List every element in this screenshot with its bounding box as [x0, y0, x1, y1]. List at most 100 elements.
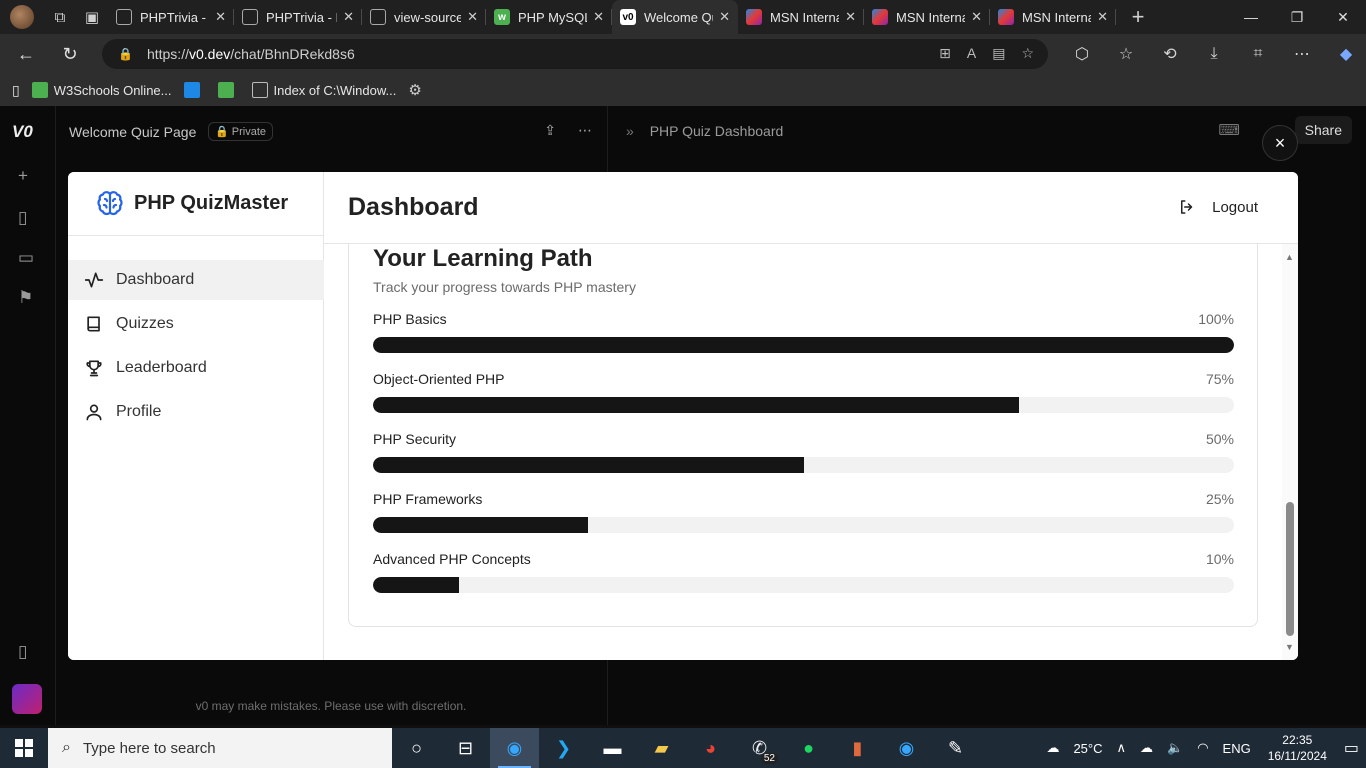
- app-header: Dashboard Logout: [324, 172, 1298, 244]
- tab-php-mysql[interactable]: w PHP MySQL ✕: [486, 0, 612, 34]
- logout-icon: [1181, 200, 1193, 214]
- pen-app-icon[interactable]: ✎: [931, 728, 980, 768]
- v0-logo[interactable]: V0: [12, 122, 33, 142]
- tab-phptrivia-2[interactable]: PHPTrivia - D ✕: [234, 0, 362, 34]
- wifi-icon[interactable]: ◠: [1197, 740, 1208, 756]
- favorite-star-icon[interactable]: ☆: [1021, 45, 1034, 62]
- close-icon[interactable]: ✕: [971, 9, 982, 25]
- windows-start-button[interactable]: [0, 728, 48, 768]
- close-preview-button[interactable]: ×: [1262, 125, 1298, 161]
- page-icon: [116, 9, 132, 25]
- close-icon[interactable]: ✕: [593, 9, 604, 25]
- chrome-icon[interactable]: ◕: [686, 728, 735, 768]
- close-icon[interactable]: ✕: [215, 9, 226, 25]
- close-icon[interactable]: ✕: [343, 9, 354, 25]
- tab-msn-1[interactable]: MSN Interna ✕: [738, 0, 864, 34]
- back-icon[interactable]: ←: [8, 38, 44, 70]
- tab-view-source[interactable]: view-source: ✕: [362, 0, 486, 34]
- progress-name: Advanced PHP Concepts: [373, 551, 531, 567]
- folder-icon[interactable]: ▭: [18, 248, 34, 268]
- share-icon[interactable]: ⇪: [544, 122, 556, 139]
- terminal-icon[interactable]: ⌨: [1218, 121, 1240, 139]
- settings-gear-icon[interactable]: ⚙: [408, 81, 421, 99]
- favorite-w3[interactable]: [217, 82, 240, 98]
- taskbar-search-box[interactable]: ⌕ Type here to search: [48, 728, 392, 768]
- weather-icon[interactable]: ☁: [1046, 740, 1059, 756]
- profile-avatar[interactable]: [10, 5, 34, 29]
- more-icon[interactable]: ⋯: [578, 122, 592, 139]
- share-button[interactable]: Share: [1294, 116, 1352, 144]
- sidebar-item-quizzes[interactable]: Quizzes: [68, 304, 324, 344]
- dashboard-content[interactable]: Your Learning Path Track your progress t…: [324, 244, 1298, 660]
- content-scrollbar[interactable]: ▲ ▼: [1282, 244, 1298, 660]
- refresh-icon[interactable]: ↻: [52, 38, 88, 70]
- close-icon[interactable]: ✕: [1097, 9, 1108, 25]
- close-icon[interactable]: ✕: [845, 9, 856, 25]
- sidebar-item-leaderboard[interactable]: Leaderboard: [68, 348, 324, 388]
- favorite-index[interactable]: Index of C:\Window...: [251, 82, 396, 98]
- tab-msn-3[interactable]: MSN Interna ✕: [990, 0, 1116, 34]
- cortana-icon[interactable]: ○: [392, 728, 441, 768]
- w3schools-icon: w: [494, 9, 510, 25]
- progress-percent: 100%: [1198, 311, 1234, 327]
- expand-chevron-icon[interactable]: »: [626, 123, 634, 139]
- more-menu-icon[interactable]: ⋯: [1280, 44, 1324, 64]
- terminal-taskbar-icon[interactable]: ▬: [588, 728, 637, 768]
- extensions-icon[interactable]: ⬡: [1060, 44, 1104, 64]
- tab-msn-2[interactable]: MSN Interna ✕: [864, 0, 990, 34]
- url-input[interactable]: 🔒 https://v0.dev/chat/BhnDRekd8s6 ⊞ A ▤ …: [102, 39, 1048, 69]
- minimize-icon[interactable]: —: [1228, 0, 1274, 34]
- screenshot-icon[interactable]: ⌗: [1236, 45, 1280, 63]
- onedrive-icon[interactable]: ☁: [1140, 740, 1153, 756]
- app-available-icon[interactable]: ⊞: [939, 45, 951, 62]
- workspaces-icon[interactable]: ⧉: [44, 3, 76, 31]
- user-avatar[interactable]: [12, 684, 42, 714]
- task-view-icon[interactable]: ⊟: [441, 728, 490, 768]
- favorite-translator[interactable]: [183, 82, 206, 98]
- notification-icon[interactable]: ▭: [1344, 738, 1359, 758]
- tab-actions-icon[interactable]: ▣: [76, 3, 108, 31]
- scroll-down-icon[interactable]: ▼: [1285, 642, 1294, 652]
- read-aloud-icon[interactable]: A: [967, 45, 976, 62]
- close-icon[interactable]: ✕: [719, 9, 730, 25]
- whatsapp-icon[interactable]: ✆ 52: [735, 728, 784, 768]
- clock[interactable]: 22:35 16/11/2024: [1268, 732, 1327, 764]
- tray-chevron-icon[interactable]: ∧: [1116, 740, 1126, 756]
- new-chat-icon[interactable]: +: [18, 166, 28, 186]
- brain-icon: [97, 190, 123, 215]
- edge-beta-icon[interactable]: ◉: [882, 728, 931, 768]
- weather-temp[interactable]: 25°C: [1073, 741, 1102, 756]
- new-tab-icon[interactable]: +: [1122, 3, 1154, 31]
- favorites-icon[interactable]: ☆: [1104, 44, 1148, 64]
- tab-welcome-quiz[interactable]: v0 Welcome Qu ✕: [612, 0, 738, 34]
- file-explorer-icon[interactable]: ▰: [637, 728, 686, 768]
- favorites-page-icon[interactable]: ▯: [12, 82, 20, 99]
- language-indicator[interactable]: ENG: [1223, 741, 1251, 756]
- downloads-icon[interactable]: ⤓: [1192, 45, 1236, 63]
- edge-taskbar-icon[interactable]: ◉: [490, 728, 539, 768]
- logout-button[interactable]: Logout: [1178, 198, 1258, 216]
- copilot-icon[interactable]: ◆: [1324, 44, 1366, 64]
- spotify-icon[interactable]: ●: [784, 728, 833, 768]
- flag-icon[interactable]: ⚑: [18, 288, 33, 308]
- close-icon[interactable]: ✕: [467, 9, 478, 25]
- sidebar-toggle-icon[interactable]: ▯: [18, 642, 27, 662]
- url-path: /chat/BhnDRekd8s6: [230, 46, 355, 62]
- card-title: Your Learning Path: [373, 245, 593, 272]
- sidebar-item-profile[interactable]: Profile: [68, 392, 324, 432]
- scroll-thumb[interactable]: [1286, 502, 1294, 636]
- books-app-icon[interactable]: ▮: [833, 728, 882, 768]
- favorite-w3schools[interactable]: W3Schools Online...: [31, 82, 172, 98]
- immersive-reader-icon[interactable]: ▤: [992, 45, 1005, 62]
- scroll-up-icon[interactable]: ▲: [1285, 252, 1294, 262]
- volume-icon[interactable]: 🔈: [1167, 740, 1183, 756]
- vscode-icon[interactable]: ❯: [539, 728, 588, 768]
- restore-icon[interactable]: ❐: [1274, 0, 1320, 34]
- tab-label: PHP MySQL: [518, 9, 588, 25]
- history-icon[interactable]: ⟲: [1148, 44, 1192, 64]
- sidebar-item-dashboard[interactable]: Dashboard: [68, 260, 324, 300]
- tab-phptrivia-1[interactable]: PHPTrivia - D ✕: [108, 0, 234, 34]
- library-icon[interactable]: ▯: [18, 208, 27, 228]
- window-close-icon[interactable]: ✕: [1320, 0, 1366, 34]
- logout-label: Logout: [1212, 198, 1258, 216]
